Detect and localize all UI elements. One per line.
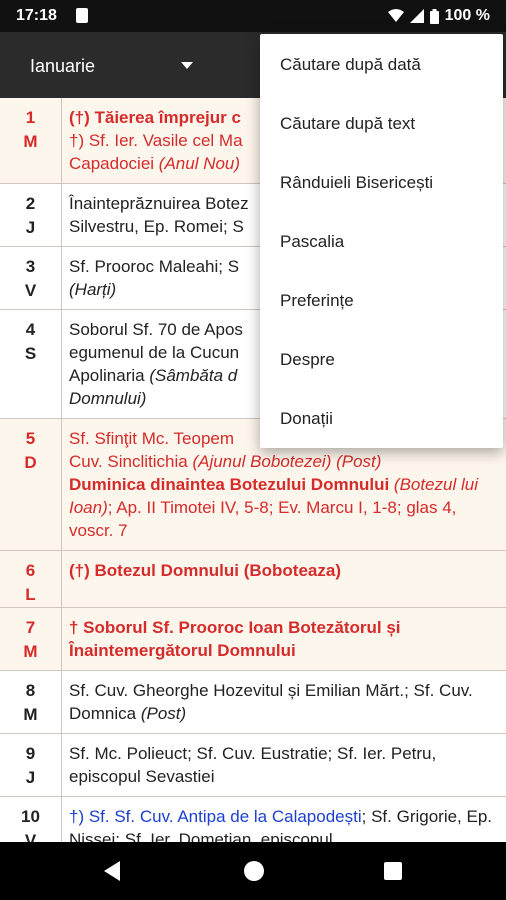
menu-item[interactable]: Pascalia — [260, 212, 503, 271]
overflow-menu: Căutare după dată Căutare după text Rândui… — [260, 34, 503, 448]
saint-text-segment: † Soborul Sf. Prooroc Ioan Botezătorul ș… — [69, 618, 401, 660]
saint-text-segment: Domnului) — [69, 389, 147, 408]
day-cell: 8M — [0, 671, 62, 733]
month-selector[interactable]: Ianuarie — [30, 56, 95, 77]
saint-text-segment: †) Sf. Sf. Cuv. Antipa de la Calapodești — [69, 807, 362, 826]
day-saints-text: Sf. Mc. Polieuct; Sf. Cuv. Eustratie; Sf… — [62, 734, 506, 796]
day-saints-text: Sf. Cuv. Gheorghe Hozevitul și Emilian M… — [62, 671, 506, 733]
day-row[interactable]: 8 M Sf. Cuv. Gheorghe Hozevitul și Emilian… — [0, 671, 506, 734]
weekday-letter: J — [25, 218, 36, 237]
saint-text-segment: egumenul de la Cucun — [69, 343, 240, 362]
saint-text-segment: Cuv. Sinclitichia — [69, 452, 193, 471]
saint-text-segment: Înainteprăznuirea Botez — [69, 194, 249, 213]
day-saints-text: †) Sf. Sf. Cuv. Antipa de la Calapodești… — [62, 797, 506, 842]
weekday-letter: V — [24, 281, 37, 300]
day-cell: 9J — [0, 734, 62, 796]
battery-percent: 100 % — [444, 7, 490, 24]
weekday-letter: D — [24, 453, 37, 472]
recent-apps-icon[interactable] — [384, 862, 402, 880]
day-saints-text: (†) Botezul Domnului (Boboteaza) — [62, 551, 506, 607]
menu-item[interactable]: Donații — [260, 389, 503, 448]
day-number: 2 — [25, 194, 36, 213]
day-number: 1 — [25, 108, 36, 127]
day-cell: 2J — [0, 184, 62, 246]
menu-item[interactable]: Căutare după text — [260, 94, 503, 153]
saint-text-segment: Sf. Sfinţit Mc. Teopem — [69, 429, 235, 448]
day-cell: 7M — [0, 608, 62, 670]
saint-text-segment: (†) Botezul Domnului (Boboteaza) — [69, 561, 341, 580]
weekday-letter: L — [25, 585, 36, 604]
weekday-letter: J — [25, 768, 36, 787]
menu-item[interactable]: Căutare după dată — [260, 35, 503, 94]
day-cell: 3V — [0, 247, 62, 309]
day-saints-text: † Soborul Sf. Prooroc Ioan Botezătorul ș… — [62, 608, 506, 670]
saint-text-segment: (Ajunul Bobotezei) (Post) — [192, 452, 382, 471]
saint-text-segment: Capadociei — [69, 154, 159, 173]
weekday-letter: M — [23, 642, 38, 661]
day-row[interactable]: 7 M † Soborul Sf. Prooroc Ioan Botezătorul… — [0, 608, 506, 671]
day-row[interactable]: 9 J Sf. Mc. Polieuct; Sf. Cuv. Eustratie; … — [0, 734, 506, 797]
day-number: 5 — [25, 429, 36, 448]
saint-text-segment: Silvestru, Ep. Romei; S — [69, 217, 244, 236]
cell-signal-icon — [409, 9, 424, 23]
saint-text-segment: (Post) — [140, 704, 187, 723]
day-number: 6 — [25, 561, 36, 580]
day-cell: 4S — [0, 310, 62, 418]
weekday-letter: M — [23, 705, 38, 724]
saint-text-segment: (Harți) — [69, 280, 117, 299]
chevron-down-icon[interactable] — [181, 62, 193, 69]
day-cell: 5D — [0, 419, 62, 550]
saint-text-segment: (Anul Nou) — [158, 154, 241, 173]
day-number: 4 — [25, 320, 36, 339]
weekday-letter: V — [24, 831, 37, 842]
day-number: 9 — [25, 744, 36, 763]
saint-text-segment: (†) Tăierea împrejur c — [69, 108, 241, 127]
day-row[interactable]: 10 V †) Sf. Sf. Cuv. Antipa de la Calapode… — [0, 797, 506, 842]
weekday-letter: M — [23, 132, 38, 151]
saint-text-segment: †) Sf. Ier. Vasile cel Ma — [69, 131, 243, 150]
battery-icon — [429, 8, 439, 24]
day-cell: 1M — [0, 98, 62, 183]
menu-item[interactable]: Preferințe — [260, 271, 503, 330]
sd-card-icon — [76, 8, 88, 23]
saint-text-segment: Apolinaria — [69, 366, 150, 385]
day-row[interactable]: 6 L (†) Botezul Domnului (Boboteaza) — [0, 551, 506, 608]
saint-text-segment: Sf. Mc. Polieuct; Sf. Cuv. Eustratie; Sf… — [69, 744, 437, 786]
wifi-icon — [387, 9, 404, 22]
saint-text-segment: Duminica dinaintea Botezului Domnului — [69, 475, 390, 494]
status-indicators: 100 % — [387, 7, 490, 25]
day-number: 10 — [21, 807, 40, 826]
menu-item[interactable]: Despre — [260, 330, 503, 389]
home-icon[interactable] — [244, 861, 264, 881]
status-time: 17:18 — [16, 7, 57, 24]
weekday-letter: S — [24, 344, 37, 363]
menu-item[interactable]: Rânduieli Bisericești — [260, 153, 503, 212]
saint-text-segment: Soborul Sf. 70 de Apos — [69, 320, 243, 339]
day-cell: 10 V — [0, 797, 62, 842]
saint-text-segment: Sf. Prooroc Maleahi; S — [69, 257, 240, 276]
back-icon[interactable] — [104, 861, 120, 881]
saint-text-segment: ; Ap. II Timotei IV, 5-8; Ev. Marcu I, 1… — [69, 498, 457, 540]
day-number: 8 — [25, 681, 36, 700]
day-number: 7 — [25, 618, 36, 637]
status-bar: 17:18 100 % — [0, 0, 506, 32]
saint-text-segment: Sf. Cuv. Gheorghe Hozevitul și Emilian M… — [69, 681, 473, 723]
day-cell: 6L — [0, 551, 62, 607]
saint-text-segment: (Sâmbăta d — [149, 366, 238, 385]
navigation-bar — [0, 842, 506, 900]
day-number: 3 — [25, 257, 36, 276]
